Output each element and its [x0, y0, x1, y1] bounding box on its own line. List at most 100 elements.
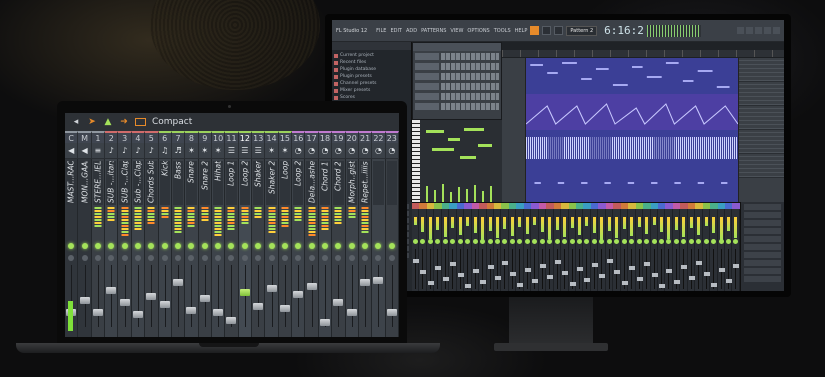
volume-fader[interactable] — [106, 287, 117, 294]
pan-knob[interactable] — [362, 243, 369, 249]
volume-fader[interactable] — [279, 305, 290, 312]
pan-knob[interactable] — [524, 239, 530, 244]
volume-fader[interactable] — [644, 262, 651, 266]
mixer-strip[interactable] — [688, 209, 696, 291]
mixer-strip[interactable] — [472, 209, 480, 291]
track-name[interactable]: SUB -...Clap — [120, 161, 129, 203]
pattern-selector[interactable]: Pattern 2 — [566, 25, 598, 36]
mixer-strip[interactable] — [613, 209, 621, 291]
mixer-track[interactable]: Dela...ashed — [305, 159, 319, 337]
pan-knob[interactable] — [450, 239, 456, 244]
fx-slot[interactable] — [744, 212, 781, 218]
pan-knob[interactable] — [502, 239, 508, 244]
volume-fader[interactable] — [502, 261, 509, 265]
volume-fader[interactable] — [651, 273, 658, 277]
mixer-track[interactable]: Loop 1 — [225, 159, 239, 337]
mixer-track[interactable]: Hihat — [211, 159, 226, 337]
track-number[interactable]: 15 — [278, 131, 293, 143]
track-number[interactable]: 5 — [145, 131, 159, 143]
track-name[interactable]: Loop 1 — [227, 161, 236, 203]
track-name[interactable]: Sub -...Clap — [133, 161, 142, 203]
track-number[interactable]: 8 — [185, 131, 199, 143]
mixer-strip[interactable] — [464, 209, 472, 291]
pan-knob[interactable] — [215, 243, 222, 249]
mixer-strip[interactable] — [710, 209, 718, 291]
pan-knob[interactable] — [480, 239, 486, 244]
browser-item[interactable]: Plugin presets — [334, 73, 409, 80]
pan-knob[interactable] — [108, 243, 115, 249]
mixer-track[interactable]: Loop 2 — [292, 159, 306, 337]
pan-knob[interactable] — [651, 239, 657, 244]
timeline-ruler[interactable] — [502, 50, 784, 58]
mixer-track[interactable]: Chords Sub — [145, 159, 159, 337]
pan-knob[interactable] — [718, 239, 724, 244]
pan-knob[interactable] — [614, 239, 620, 244]
pan-knob[interactable] — [703, 239, 709, 244]
volume-fader[interactable] — [173, 279, 184, 286]
track-name[interactable]: Dela...ashed — [307, 161, 316, 203]
volume-fader[interactable] — [213, 309, 224, 316]
mixer-track[interactable]: Shaker — [252, 159, 266, 337]
track-number[interactable]: 2 — [105, 131, 119, 143]
picker-row[interactable] — [739, 58, 784, 82]
volume-fader[interactable] — [636, 277, 643, 281]
mixer-strip[interactable] — [576, 209, 584, 291]
menu-item-options[interactable]: OPTIONS — [467, 28, 489, 34]
track-label[interactable] — [502, 166, 526, 202]
track-name[interactable]: Morph..gist — [347, 161, 356, 203]
channel-rack-icon[interactable] — [764, 27, 771, 34]
pan-knob[interactable] — [308, 243, 315, 249]
track-number[interactable]: 18 — [318, 131, 333, 143]
volume-fader[interactable] — [457, 273, 464, 277]
mixer-track[interactable]: STERE...IELD — [92, 159, 106, 337]
pan-knob[interactable] — [629, 239, 635, 244]
pan-knob[interactable] — [121, 243, 128, 249]
volume-fader[interactable] — [494, 276, 501, 280]
note[interactable] — [460, 156, 476, 159]
volume-fader[interactable] — [703, 272, 710, 276]
track-name[interactable]: Chord 2 — [334, 161, 343, 203]
mixer-strip[interactable] — [569, 209, 576, 291]
track-number[interactable]: 6 — [158, 131, 172, 143]
volume-fader[interactable] — [681, 265, 688, 269]
mixer-track[interactable]: MON...GAAL — [78, 159, 92, 337]
volume-fader[interactable] — [373, 277, 384, 284]
track-number[interactable]: 1 — [91, 131, 106, 143]
mixer-strip[interactable] — [703, 209, 711, 291]
velocity-bar[interactable] — [474, 185, 476, 202]
mixer-track[interactable]: Sub -...Clap — [131, 159, 146, 337]
volume-fader[interactable] — [673, 280, 680, 284]
mixer-track[interactable]: Kick — [158, 159, 172, 337]
menu-item-file[interactable]: FILE — [376, 28, 386, 34]
track-name[interactable]: Snare — [187, 161, 196, 203]
channel-row[interactable] — [413, 91, 501, 101]
volume-fader[interactable] — [442, 277, 449, 281]
browser-item[interactable]: Channel presets — [334, 80, 409, 87]
mixer-strip[interactable] — [732, 209, 740, 291]
stereo-knob[interactable] — [308, 255, 315, 261]
track-pattern-snare[interactable] — [526, 166, 738, 202]
mixer-track[interactable]: Loop — [279, 159, 293, 337]
mixer-strip[interactable] — [591, 209, 599, 291]
track-name[interactable]: Repet...iiiise — [361, 161, 370, 203]
track-number[interactable]: 11 — [225, 131, 239, 143]
pan-knob[interactable] — [228, 243, 235, 249]
mixer-strip[interactable] — [501, 209, 509, 291]
track-pattern-automation[interactable] — [525, 94, 739, 130]
track-number[interactable]: 10 — [211, 131, 226, 143]
volume-fader[interactable] — [239, 289, 250, 296]
note[interactable] — [478, 144, 492, 147]
track-name[interactable]: Shaker 2 — [267, 161, 276, 203]
track-number[interactable]: 13 — [252, 131, 266, 143]
track-name[interactable]: Chords Sub — [147, 161, 156, 203]
mixer-strip[interactable] — [539, 209, 547, 291]
track-number[interactable]: 7 — [171, 131, 186, 143]
mixer-track[interactable] — [386, 159, 399, 337]
volume-fader[interactable] — [599, 274, 606, 278]
volume-fader[interactable] — [487, 265, 494, 269]
note[interactable] — [432, 148, 454, 151]
pan-knob[interactable] — [148, 243, 155, 249]
volume-fader[interactable] — [688, 276, 695, 280]
track-label[interactable] — [502, 58, 526, 94]
stereo-knob[interactable] — [121, 255, 128, 261]
